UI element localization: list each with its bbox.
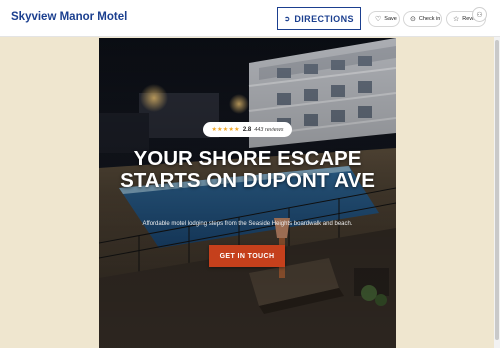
directions-label: DIRECTIONS — [294, 13, 354, 24]
hero-headline: YOUR SHORE ESCAPE STARTS ON DUPONT AVE — [120, 147, 375, 192]
heart-icon: ♡ — [375, 16, 382, 23]
location-pin-icon: ⊙ — [410, 16, 416, 23]
hero-background-photo — [99, 38, 396, 348]
checkin-button[interactable]: ⊙ Check in — [403, 11, 442, 27]
rating-score: 2.8 — [242, 126, 252, 133]
directions-button[interactable]: ➲ DIRECTIONS — [277, 7, 361, 30]
user-avatar-icon[interactable]: ⚇ — [472, 7, 487, 22]
hero-subheadline: Affordable motel lodging steps from the … — [142, 221, 353, 227]
rating-stars-icon: ★★★★★ — [211, 127, 240, 133]
scrollbar-thumb[interactable] — [495, 40, 499, 340]
rating-review-count: 443 reviews — [254, 126, 284, 133]
get-in-touch-button[interactable]: GET IN TOUCH — [209, 245, 285, 267]
star-outline-icon: ☆ — [453, 16, 460, 23]
save-button[interactable]: ♡ Save — [368, 11, 400, 27]
hero-section: ★★★★★ 2.8 443 reviews YOUR SHORE ESCAPE … — [99, 38, 396, 348]
top-nav: Skyview Manor Motel ➲ DIRECTIONS ♡ Save … — [0, 0, 500, 37]
navigation-arrow-icon: ➲ — [284, 15, 291, 23]
brand-name[interactable]: Skyview Manor Motel — [11, 11, 127, 23]
save-label: Save — [384, 16, 397, 22]
rating-badge[interactable]: ★★★★★ 2.8 443 reviews — [203, 122, 292, 137]
checkin-label: Check in — [418, 16, 441, 22]
